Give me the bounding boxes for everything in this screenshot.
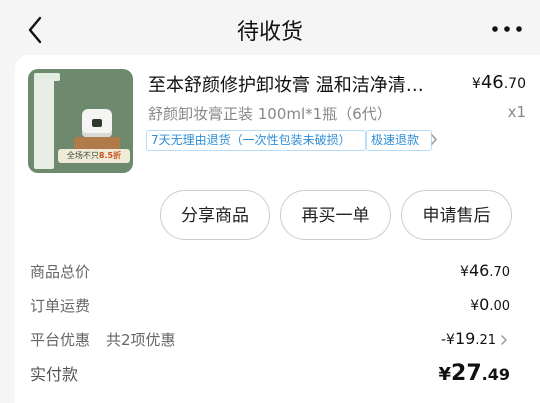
discount-prefix: -¥ bbox=[440, 332, 455, 348]
more-horizontal-icon[interactable] bbox=[490, 17, 524, 41]
shipping-integer: 0 bbox=[479, 295, 490, 314]
discount-label: 平台优惠 bbox=[30, 331, 91, 349]
goods-total-integer: 46 bbox=[468, 261, 490, 280]
share-product-button[interactable]: 分享商品 bbox=[160, 190, 270, 240]
shipping-label: 订单运费 bbox=[30, 297, 91, 315]
shipping-decimal: .00 bbox=[489, 299, 510, 314]
goods-total-value: ¥46.70 bbox=[460, 261, 510, 280]
goods-total-row: 商品总价 ¥46.70 bbox=[30, 261, 510, 285]
discount-integer: 19 bbox=[454, 329, 476, 348]
discount-value: -¥19.21 bbox=[441, 329, 496, 348]
discount-decimal: .21 bbox=[475, 333, 496, 348]
promo-prefix: 全场不只 bbox=[66, 151, 99, 160]
chevron-right-icon[interactable] bbox=[429, 130, 439, 149]
image-side-panel bbox=[34, 79, 54, 169]
product-image[interactable]: 全场不只8.5折 bbox=[28, 69, 133, 173]
currency-symbol: ¥ bbox=[470, 298, 480, 314]
paid-integer: 27 bbox=[451, 361, 482, 386]
shipping-value: ¥0.00 bbox=[470, 295, 510, 314]
fast-refund-tag[interactable]: 极速退款 bbox=[366, 130, 432, 151]
discount-row[interactable]: 平台优惠 共2项优惠 -¥19.21 bbox=[30, 329, 507, 353]
page-title: 待收货 bbox=[236, 20, 303, 45]
currency-symbol: ¥ bbox=[460, 264, 469, 280]
return-policy-tag[interactable]: 7天无理由退货（一次性包装未破损） bbox=[146, 130, 366, 151]
paid-decimal: .49 bbox=[481, 365, 510, 384]
price-integer: 46 bbox=[480, 72, 504, 93]
paid-value: ¥27.49 bbox=[439, 361, 511, 386]
product-price: ¥46.70 bbox=[472, 72, 526, 93]
product-jar bbox=[82, 109, 112, 137]
buy-again-button[interactable]: 再买一单 bbox=[280, 190, 391, 240]
currency-symbol: ¥ bbox=[438, 364, 452, 385]
wood-stand bbox=[74, 137, 120, 149]
price-decimal: .70 bbox=[503, 76, 526, 92]
price-currency: ¥ bbox=[471, 76, 481, 92]
goods-total-label: 商品总价 bbox=[30, 263, 91, 281]
goods-total-decimal: .70 bbox=[489, 265, 510, 280]
order-card: 全场不只8.5折 至本舒颜修护卸妆膏 温和洁净清爽... ¥46.70 舒颜卸妆… bbox=[15, 55, 540, 403]
product-spec: 舒颜卸妆膏正装 100ml*1瓶（6代） bbox=[148, 105, 392, 123]
product-title[interactable]: 至本舒颜修护卸妆膏 温和洁净清爽... bbox=[148, 71, 440, 97]
paid-label: 实付款 bbox=[30, 365, 79, 384]
product-quantity: x1 bbox=[507, 103, 526, 121]
after-sale-button[interactable]: 申请售后 bbox=[401, 190, 512, 240]
paid-total-row: 实付款 ¥27.49 bbox=[30, 361, 510, 391]
top-nav-bar: 待收货 bbox=[0, 0, 540, 60]
shipping-row: 订单运费 ¥0.00 bbox=[30, 295, 510, 319]
chevron-right-icon[interactable] bbox=[500, 333, 508, 347]
discount-count: 共2项优惠 bbox=[106, 331, 176, 349]
promo-value: 8.5折 bbox=[98, 151, 122, 160]
image-promo-banner: 全场不只8.5折 bbox=[58, 149, 130, 163]
